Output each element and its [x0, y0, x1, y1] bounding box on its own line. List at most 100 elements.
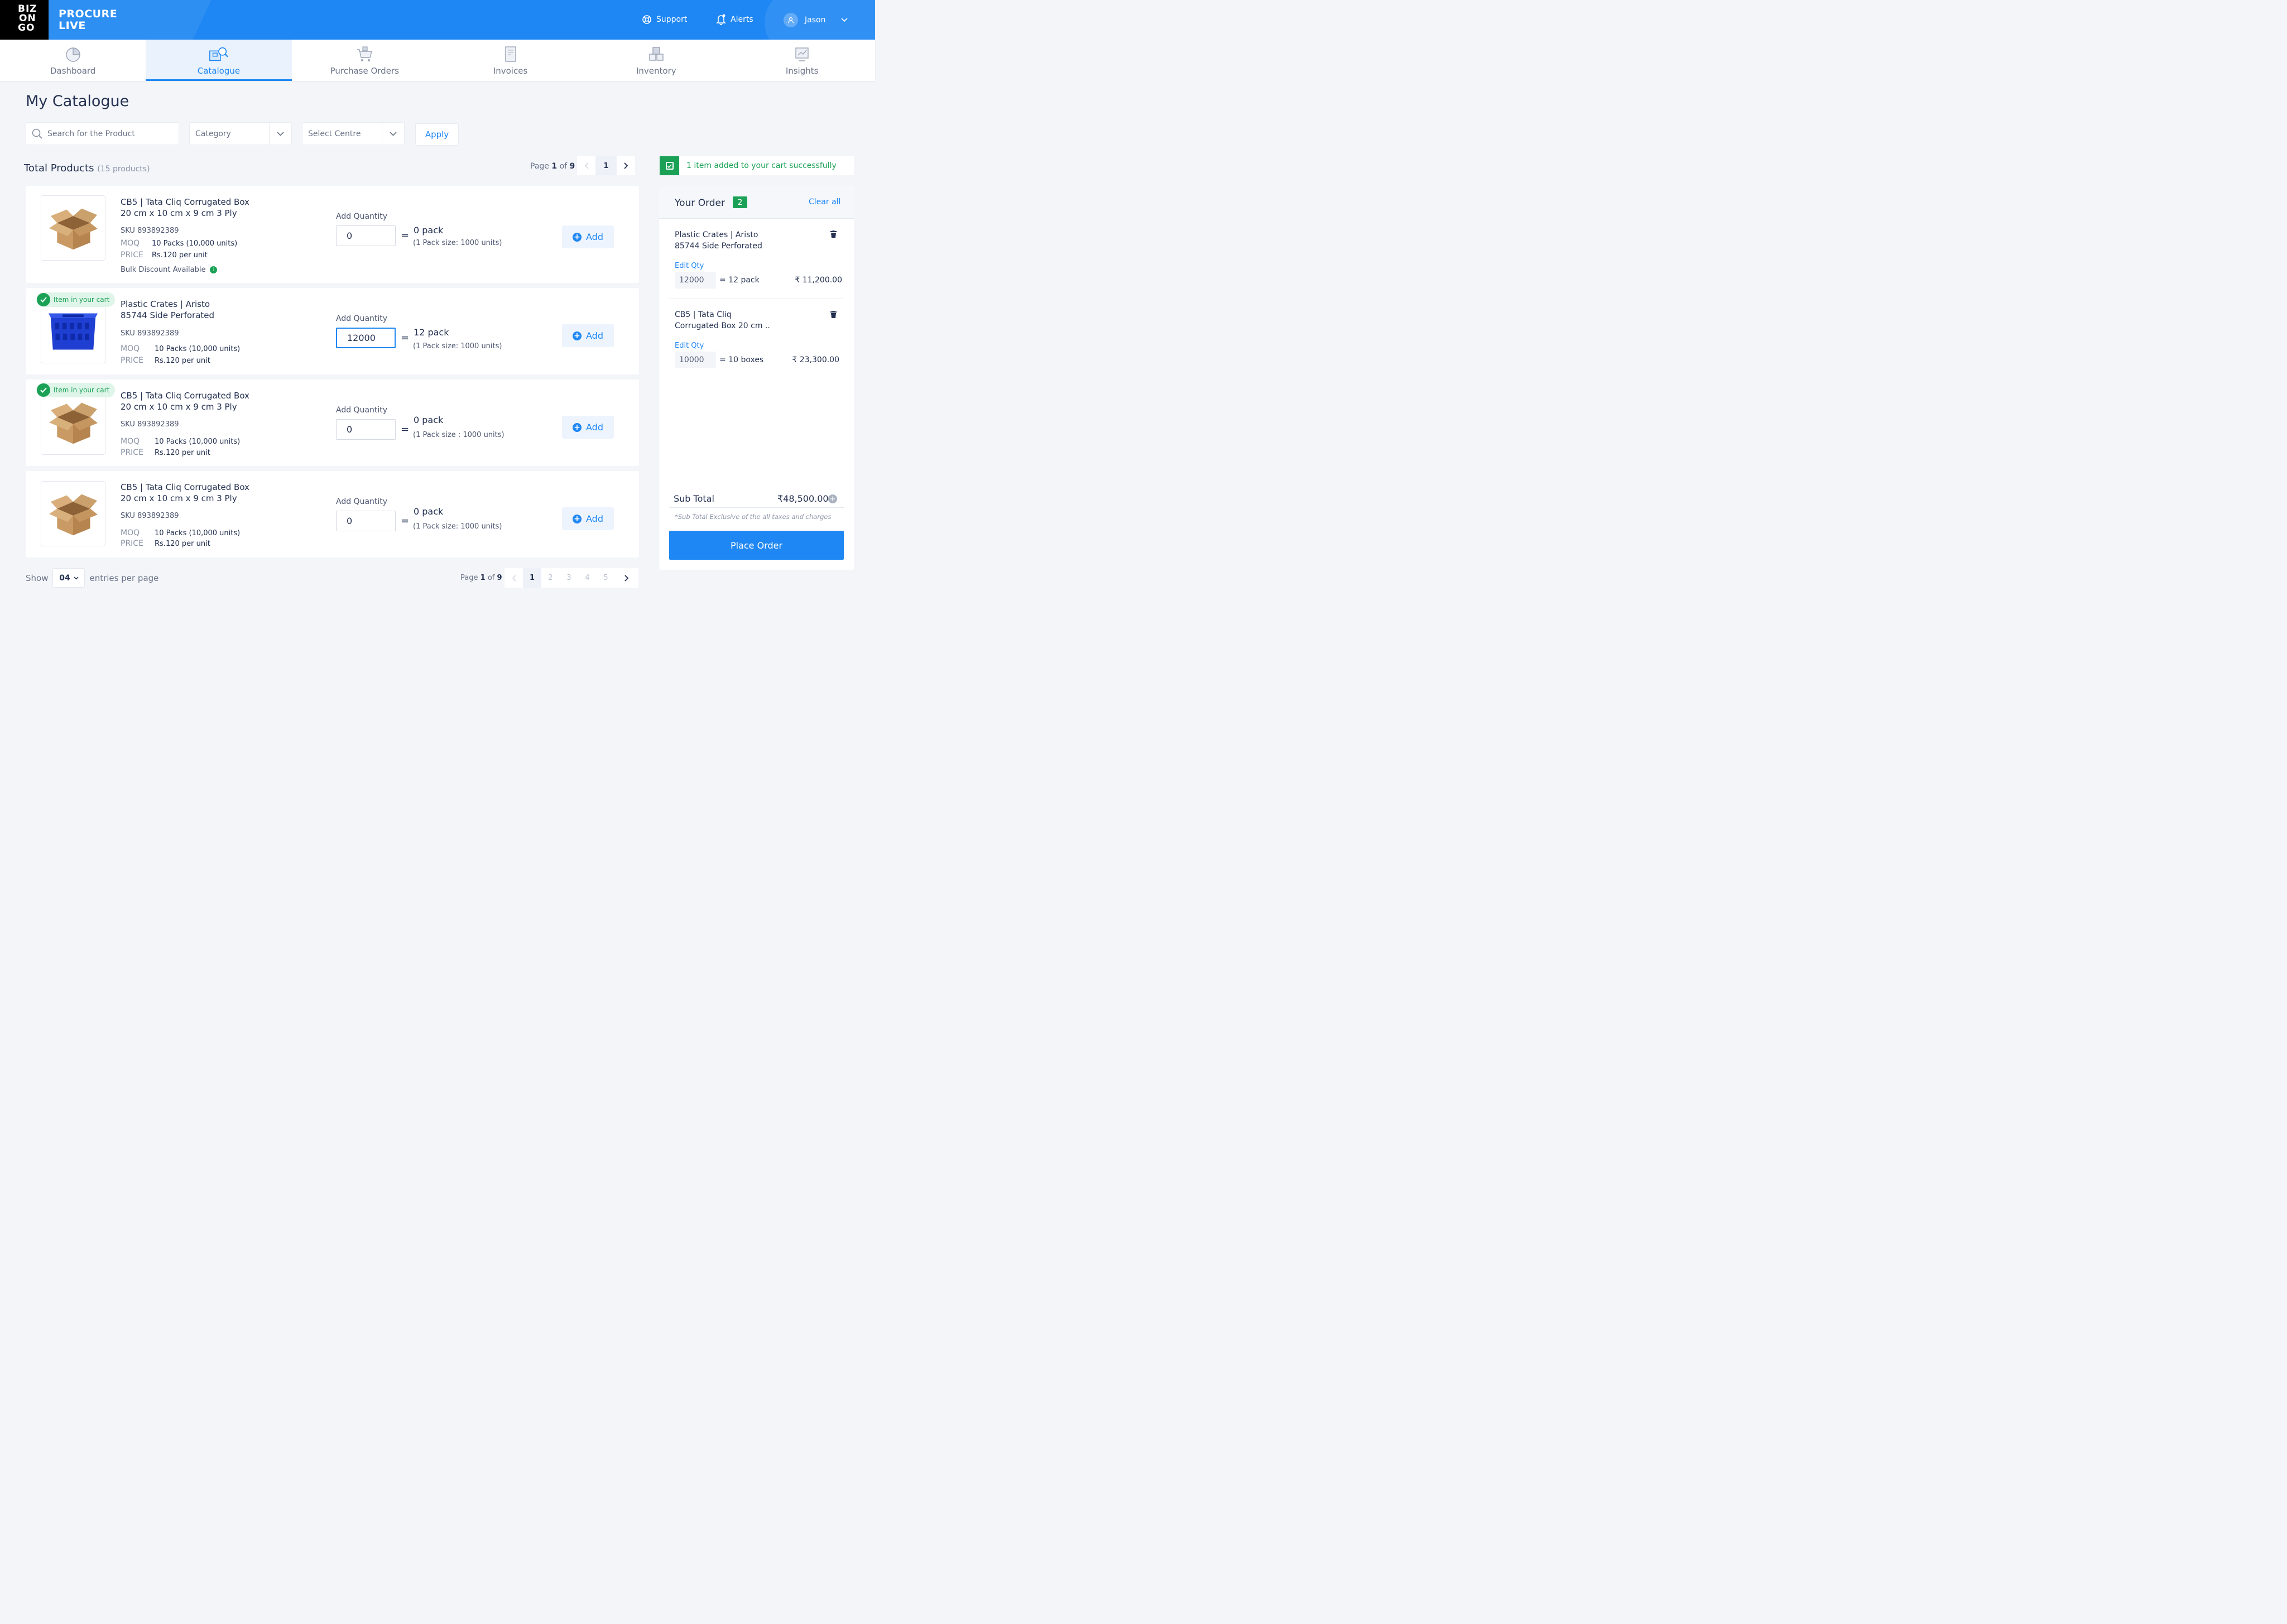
quantity-input[interactable]: 0 [336, 225, 396, 246]
expand-plus-icon[interactable]: + [828, 494, 837, 503]
in-cart-badge: Item in your cart [36, 383, 116, 397]
add-button[interactable]: + Add [562, 507, 614, 530]
product-sku: SKU 893892389 [121, 420, 179, 429]
catalogue-search-icon [209, 47, 228, 61]
tab-label: Inventory [636, 66, 676, 76]
plus-icon: + [573, 232, 582, 242]
tab-dashboard[interactable]: Dashboard [0, 40, 146, 81]
product-moq: MOQ 10 Packs (10,000 units) [121, 437, 241, 446]
product-moq: MOQ 10 Packs (10,000 units) [121, 528, 241, 537]
checkbox-check-icon [660, 156, 679, 175]
search-input[interactable]: Search for the Product [26, 122, 179, 145]
tab-inventory[interactable]: Inventory [583, 40, 729, 81]
edit-qty-link[interactable]: Edit Qty [675, 342, 704, 350]
page-button[interactable]: 1 [595, 156, 617, 175]
page-button[interactable]: 3 [560, 568, 578, 588]
product-image [41, 390, 105, 455]
prev-page-button[interactable] [505, 568, 523, 588]
page-indicator-bottom: Page 1 of 9 [460, 574, 502, 582]
chevron-down-icon [841, 16, 848, 25]
main-nav: Dashboard Catalogue Purchase Orders Invo… [0, 40, 875, 81]
quantity-label: Add Quantity [336, 497, 388, 506]
order-qty-input[interactable]: 12000 [675, 272, 716, 289]
order-pack-count: = 12 pack [719, 276, 760, 285]
order-qty-input[interactable]: 10000 [675, 352, 716, 368]
per-page-select[interactable]: 04 [52, 568, 85, 588]
add-button[interactable]: + Add [562, 225, 614, 248]
product-card: CB5 | Tata Cliq Corrugated Box 20 cm x 10… [26, 186, 639, 283]
tab-label: Dashboard [50, 66, 96, 76]
tab-label: Invoices [493, 66, 528, 76]
total-products: Total Products (15 products) [24, 162, 150, 174]
tab-catalogue[interactable]: Catalogue [146, 40, 292, 81]
user-menu[interactable]: Jason [784, 13, 848, 27]
alerts-link[interactable]: Alerts [716, 14, 753, 25]
info-icon[interactable]: i [210, 266, 218, 273]
add-button[interactable]: + Add [562, 416, 614, 439]
product-image [41, 298, 105, 363]
user-name: Jason [805, 16, 826, 25]
support-label: Support [656, 15, 688, 24]
apply-button[interactable]: Apply [415, 123, 459, 146]
chevron-down-icon [269, 123, 291, 145]
support-link[interactable]: Support [642, 15, 687, 25]
pack-size: (1 Pack size: 1000 units) [413, 239, 502, 247]
subtotal-value: ₹48,500.00 [777, 493, 829, 504]
edit-qty-link[interactable]: Edit Qty [675, 262, 704, 270]
clear-all-link[interactable]: Clear all [809, 198, 840, 206]
trash-icon[interactable] [830, 311, 837, 318]
page-button[interactable]: 1 [523, 568, 541, 588]
tab-invoices[interactable]: Invoices [438, 40, 583, 81]
tab-insights[interactable]: Insights [729, 40, 875, 81]
bizongo-logo[interactable]: BIZ ON GO [0, 0, 49, 40]
tab-label: Purchase Orders [330, 66, 399, 76]
product-count: (15 products) [97, 165, 150, 174]
next-page-button[interactable] [615, 568, 638, 588]
next-page-button[interactable] [617, 156, 635, 175]
order-header: Your Order 2 Clear all [659, 186, 854, 219]
product-name: CB5 | Tata Cliq Corrugated Box 20 cm x 10… [121, 391, 249, 412]
product-sku: SKU 893892389 [121, 329, 179, 338]
equals-sign: = [401, 424, 410, 435]
chevron-down-icon [74, 576, 79, 580]
chevron-down-icon [382, 123, 404, 145]
prev-page-button[interactable] [577, 156, 595, 175]
pie-chart-icon [65, 47, 80, 62]
insights-icon [795, 47, 809, 61]
page-button[interactable]: 2 [541, 568, 560, 588]
page-button[interactable]: 5 [597, 568, 615, 588]
pagination-bottom: 1 2 3 4 5 [505, 568, 638, 588]
bell-icon [716, 14, 726, 25]
place-order-button[interactable]: Place Order [669, 531, 844, 560]
order-panel: Your Order 2 Clear all Plastic Crates | … [659, 186, 854, 570]
quantity-input[interactable]: 12000 [336, 328, 396, 348]
equals-sign: = [401, 515, 410, 527]
subtotal-note: *Sub Total Exclusive of the all taxes an… [675, 513, 832, 521]
centre-select[interactable]: Select Centre [302, 122, 405, 145]
add-button[interactable]: + Add [562, 324, 614, 347]
product-moq: MOQ 10 Packs (10,000 units) [121, 344, 241, 353]
pack-count: 0 pack [414, 415, 444, 425]
in-cart-badge: Item in your cart [36, 292, 116, 307]
trash-icon[interactable] [830, 230, 837, 238]
order-item-name: CB5 | Tata Cliq Corrugated Box 20 cm .. [675, 310, 770, 330]
equals-sign: = [401, 230, 410, 242]
tab-purchase-orders[interactable]: Purchase Orders [292, 40, 438, 81]
subtotal-label: Sub Total [674, 493, 714, 504]
product-price: PRICE Rs.120 per unit [121, 539, 210, 548]
category-select[interactable]: Category [189, 122, 292, 145]
page-button[interactable]: 4 [578, 568, 597, 588]
product-name: CB5 | Tata Cliq Corrugated Box 20 cm x 10… [121, 482, 249, 503]
bulk-discount: Bulk Discount Available i [121, 266, 218, 274]
quantity-input[interactable]: 0 [336, 419, 396, 440]
pack-count: 12 pack [414, 327, 449, 338]
product-name: CB5 | Tata Cliq Corrugated Box 20 cm x 10… [121, 197, 249, 218]
product-price: PRICE Rs.120 per unit [121, 251, 208, 260]
order-title: Your Order [675, 198, 726, 209]
product-moq: MOQ 10 Packs (10,000 units) [121, 239, 238, 248]
category-value: Category [195, 129, 231, 138]
quantity-input[interactable]: 0 [336, 511, 396, 531]
total-products-title: Total Products [24, 162, 94, 174]
product-price: PRICE Rs.120 per unit [121, 356, 210, 365]
product-card: Item in your cart CB5 | Tata Cliq Corrug… [26, 379, 639, 466]
